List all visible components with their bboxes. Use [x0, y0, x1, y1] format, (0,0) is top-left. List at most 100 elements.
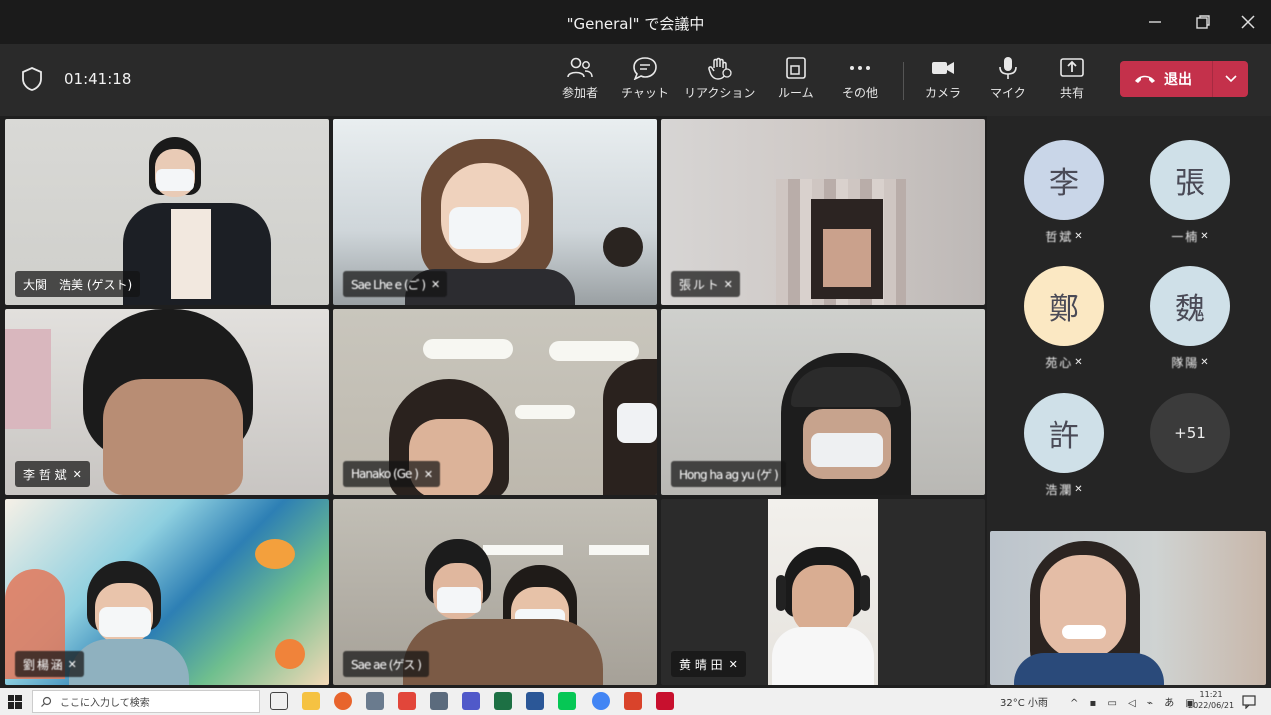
- avatar: 魏: [1150, 266, 1230, 346]
- minimize-icon: [1149, 21, 1161, 23]
- close-icon: [1241, 15, 1255, 29]
- firefox-icon[interactable]: [334, 692, 352, 710]
- windows-logo-icon: [8, 695, 22, 709]
- mic-off-icon: ✕: [67, 657, 77, 671]
- mic-off-icon: ✕: [1074, 357, 1083, 368]
- participant-name-tag: Hong ha ag yu (ゲ ): [671, 461, 786, 487]
- mic-off-icon: ✕: [1200, 357, 1209, 368]
- video-tile[interactable]: 劉 楊 涵 ✕: [5, 499, 329, 685]
- chat-icon: [633, 57, 657, 80]
- mcafee-icon[interactable]: [656, 692, 674, 710]
- leave-button-group: 退出: [1120, 61, 1248, 97]
- avatar: 李: [1024, 140, 1104, 220]
- meeting-toolbar: 01:41:18 参加者 チャット リアクション ルーム その他 カメラ マイク…: [0, 44, 1271, 116]
- video-tile[interactable]: Sae ae (ゲス ): [333, 499, 657, 685]
- video-tile[interactable]: 李 哲 斌 ✕: [5, 309, 329, 495]
- rooms-button[interactable]: ルーム: [778, 56, 814, 101]
- self-view-video[interactable]: [990, 531, 1266, 685]
- toolbar-divider: [903, 62, 904, 100]
- participant-avatar-tile[interactable]: 鄭 苑 心 ✕: [1009, 266, 1119, 371]
- reaction-button[interactable]: リアクション: [684, 56, 755, 101]
- participants-button[interactable]: 参加者: [562, 56, 598, 101]
- participant-avatar-tile[interactable]: 張 一 楠 ✕: [1135, 140, 1245, 245]
- video-tile[interactable]: Hanako (Ge ) ✕: [333, 309, 657, 495]
- app-icon[interactable]: [624, 692, 642, 710]
- more-icon: [850, 66, 870, 70]
- mic-off-icon: ✕: [72, 467, 82, 481]
- notepad-icon[interactable]: [366, 692, 384, 710]
- mic-off-icon: ✕: [1074, 484, 1083, 495]
- participant-name-tag: Sae ae (ゲス ): [343, 651, 429, 677]
- overflow-count: +51: [1150, 393, 1230, 473]
- raise-hand-icon: [707, 57, 732, 80]
- avatar: 張: [1150, 140, 1230, 220]
- participant-avatar-tile[interactable]: 許 浩 瀾 ✕: [1009, 393, 1119, 498]
- camera-icon: [932, 62, 954, 74]
- search-icon: [41, 696, 52, 707]
- teams-icon[interactable]: [462, 692, 480, 710]
- mic-off-icon: ✕: [723, 277, 733, 291]
- leave-options-button[interactable]: [1213, 74, 1248, 84]
- participant-name-tag: Sae Lhe e (ご ) ✕: [343, 271, 448, 297]
- start-button[interactable]: [8, 694, 22, 713]
- video-tile[interactable]: 張 ル ト ✕: [661, 119, 985, 305]
- mic-off-icon: ✕: [1074, 231, 1083, 242]
- share-icon: [1060, 58, 1084, 77]
- chat-button[interactable]: チャット: [621, 56, 669, 101]
- window-title: "General" で会議中: [566, 15, 705, 33]
- hang-up-icon: [1135, 75, 1155, 83]
- restore-icon: [1196, 15, 1210, 29]
- avatar: 鄭: [1024, 266, 1104, 346]
- shield-icon: [22, 67, 42, 91]
- chrome-icon[interactable]: [592, 692, 610, 710]
- mic-button[interactable]: マイク: [990, 56, 1026, 101]
- share-button[interactable]: 共有: [1059, 56, 1085, 101]
- taskbar-clock[interactable]: 11:21 2022/06/21: [1188, 689, 1234, 711]
- video-grid: 大関 浩美 (ゲスト) Sae Lhe e (ご ) ✕ 張 ル ト ✕ 李 哲 斌…: [0, 116, 987, 688]
- maximize-button[interactable]: [1188, 8, 1218, 36]
- mic-off-icon: ✕: [1200, 231, 1209, 242]
- microphone-icon: [999, 57, 1017, 79]
- participant-name-tag: 大関 浩美 (ゲスト): [15, 271, 141, 297]
- notification-button[interactable]: [1242, 694, 1256, 713]
- chevron-down-icon: [1224, 75, 1237, 83]
- windows-taskbar: ここに入力して検索 32°C 小雨 ^ ▪ ▭ ◁ ⌁ あ ▣ 11:21 20…: [0, 688, 1271, 715]
- mic-off-icon: ✕: [431, 277, 440, 291]
- excel-icon[interactable]: [494, 692, 512, 710]
- more-participants-button[interactable]: +51: [1135, 393, 1245, 473]
- more-button[interactable]: その他: [842, 56, 878, 101]
- participant-name-tag: 李 哲 斌 ✕: [15, 461, 90, 487]
- participant-name-tag: 張 ル ト ✕: [671, 271, 740, 297]
- video-tile[interactable]: 大関 浩美 (ゲスト): [5, 119, 329, 305]
- video-tile[interactable]: Hong ha ag yu (ゲ ): [661, 309, 985, 495]
- title-bar: "General" で会議中: [0, 0, 1271, 44]
- leave-button[interactable]: 退出: [1120, 61, 1212, 97]
- participant-name-tag: 黄 晴 田 ✕: [671, 651, 746, 677]
- calculator-icon[interactable]: [430, 692, 448, 710]
- rooms-icon: [786, 57, 806, 79]
- task-view-icon[interactable]: [270, 692, 288, 710]
- notification-icon: [1242, 695, 1256, 710]
- close-button[interactable]: [1233, 8, 1263, 36]
- app-icon[interactable]: [398, 692, 416, 710]
- video-tile[interactable]: 黄 晴 田 ✕: [661, 499, 985, 685]
- meeting-timer: 01:41:18: [64, 70, 132, 88]
- file-explorer-icon[interactable]: [302, 692, 320, 710]
- weather-widget[interactable]: 32°C 小雨: [1000, 694, 1048, 709]
- participant-avatar-tile[interactable]: 李 哲 斌 ✕: [1009, 140, 1119, 245]
- line-icon[interactable]: [558, 692, 576, 710]
- participant-name-tag: Hanako (Ge ) ✕: [343, 461, 441, 487]
- participant-name-tag: 劉 楊 涵 ✕: [15, 651, 84, 677]
- participant-avatar-panel: 李 哲 斌 ✕ 張 一 楠 ✕ 鄭 苑 心 ✕ 魏 隊 陽 ✕ 許 浩 瀾 ✕ +51: [987, 116, 1271, 688]
- camera-button[interactable]: カメラ: [925, 56, 961, 101]
- people-icon: [567, 57, 593, 78]
- avatar: 許: [1024, 393, 1104, 473]
- word-icon[interactable]: [526, 692, 544, 710]
- participant-avatar-tile[interactable]: 魏 隊 陽 ✕: [1135, 266, 1245, 371]
- minimize-button[interactable]: [1140, 8, 1170, 36]
- mic-off-icon: ✕: [423, 467, 433, 481]
- taskbar-search-input[interactable]: ここに入力して検索: [32, 690, 260, 713]
- mic-off-icon: ✕: [728, 657, 738, 671]
- video-tile[interactable]: Sae Lhe e (ご ) ✕: [333, 119, 657, 305]
- system-tray[interactable]: ^ ▪ ▭ ◁ ⌁ あ ▣: [1070, 694, 1199, 709]
